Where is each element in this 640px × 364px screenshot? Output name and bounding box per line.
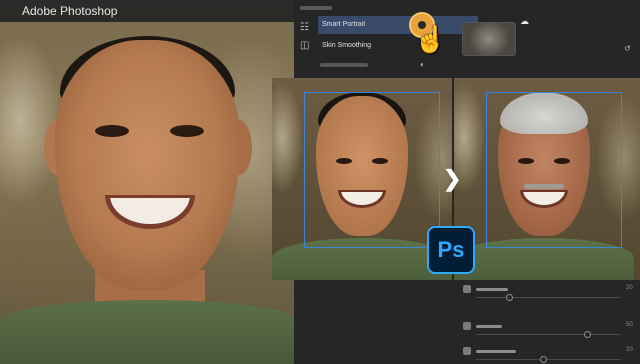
hand-cursor-icon: ☝: [414, 24, 447, 54]
canvas-shirt: [0, 300, 300, 364]
panel-progress-bar: [320, 63, 368, 67]
panel-layers-icon[interactable]: ☷: [300, 22, 309, 33]
app-title: Adobe Photoshop: [22, 4, 118, 18]
filter-item-skin-smoothing[interactable]: Skin Smoothing: [318, 37, 478, 55]
slider-track: [476, 297, 621, 298]
slider-label-bar: [476, 288, 508, 291]
slider-value: 20: [626, 347, 633, 353]
slider-value: 20: [626, 285, 633, 291]
history-icon[interactable]: ↺: [624, 44, 631, 53]
filter-item-smart-portrait[interactable]: Smart Portrait ›: [318, 16, 478, 34]
slider-track: [476, 359, 621, 360]
slider-label-bar: [476, 350, 516, 353]
slider-knob[interactable]: [584, 331, 591, 338]
slider-knob[interactable]: [506, 294, 513, 301]
slider-checkbox[interactable]: [463, 322, 471, 330]
slider-label-bar: [476, 325, 502, 328]
panel-header-bar: [300, 6, 332, 10]
filter-label: Smart Portrait: [322, 21, 366, 28]
chevron-right-icon: ❯: [443, 166, 462, 191]
after-face-selection-box: [486, 92, 622, 248]
cloud-icon: ☁: [520, 16, 529, 26]
canvas-eye-right: [170, 125, 204, 137]
slider-checkbox[interactable]: [463, 347, 471, 355]
photoshop-logo: Ps: [427, 226, 475, 274]
before-face-selection-box: [304, 92, 440, 248]
slider-track: [476, 334, 621, 335]
toggle-small-icon[interactable]: ◐: [420, 60, 425, 69]
slider-checkbox[interactable]: [463, 285, 471, 293]
panel-filter-icon[interactable]: ◫: [300, 40, 309, 51]
filter-preview-thumbnail: [462, 22, 516, 56]
canvas-face: [55, 40, 240, 290]
filter-label: Skin Smoothing: [322, 42, 372, 49]
slider-knob[interactable]: [540, 356, 547, 363]
slider-value: 50: [626, 322, 633, 328]
canvas-eye-left: [95, 125, 129, 137]
